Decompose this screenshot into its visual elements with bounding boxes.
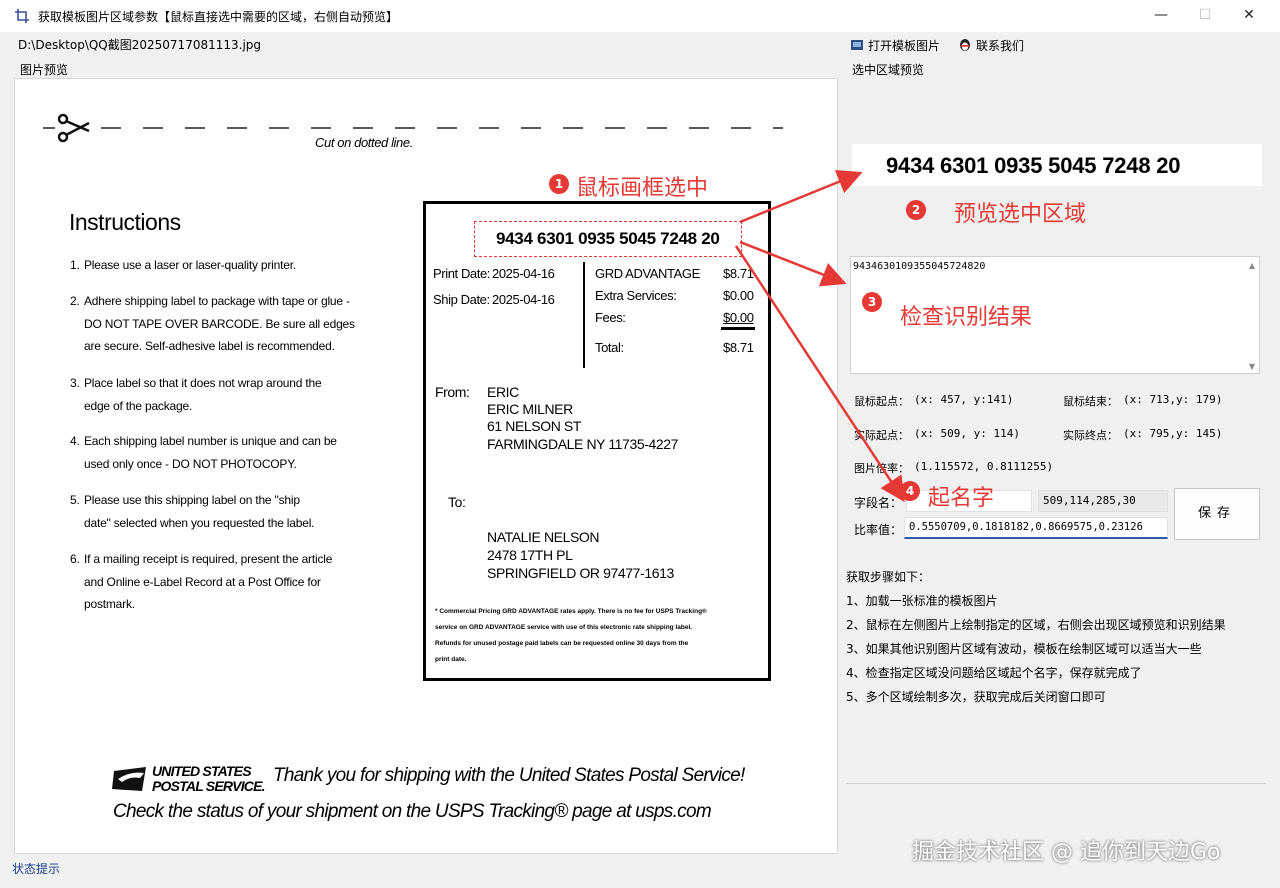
ocr-result-text: 9434630109355045724820 — [853, 261, 986, 272]
crop-preview-text: 9434 6301 0935 5045 7248 20 — [886, 153, 1181, 178]
contact-us-label: 联系我们 — [976, 39, 1025, 53]
to-line: NATALIE NELSON — [487, 529, 600, 545]
image-ratio-label: 图片倍率： — [854, 462, 909, 475]
annotation-badge: 4 — [900, 481, 920, 501]
total-label: Total: — [595, 340, 624, 355]
fine-print-line: * Commercial Pricing GRD ADVANTAGE rates… — [435, 608, 707, 615]
annotation-text: 起名字 — [928, 486, 995, 511]
field-coords-input[interactable]: 509,114,285,30 — [1038, 490, 1168, 512]
print-date: 2025-04-16 — [492, 266, 555, 281]
qq-penguin-icon — [960, 39, 970, 51]
image-preview-group-label: 图片预览 — [20, 63, 69, 77]
real-end-value: (x: 795,y: 145) — [1123, 427, 1223, 440]
scissors-icon — [57, 113, 90, 143]
steps-title: 获取步骤如下： — [846, 570, 931, 584]
step-item: 1、加载一张标准的模板图片 — [846, 594, 998, 608]
usps-check-status: Check the status of your shipment on the… — [113, 801, 712, 822]
usps-logo-line2: POSTAL SERVICE. — [152, 778, 266, 794]
open-template-label: 打开模板图片 — [868, 39, 941, 53]
step-item: 4、检查指定区域没问题给区域起个名字，保存就完成了 — [846, 666, 1142, 680]
usps-thanks: Thank you for shipping with the United S… — [273, 765, 745, 786]
usps-eagle-icon — [112, 767, 146, 791]
minimize-button[interactable]: — — [1138, 0, 1184, 32]
toolbar: 打开模板图片 联系我们 — [846, 34, 1280, 56]
fees-price: $0.00 — [723, 310, 754, 325]
tracking-number: 9434 6301 0935 5045 7248 20 — [496, 229, 720, 248]
from-line: 61 NELSON ST — [487, 418, 582, 434]
usps-logo-line1: UNITED STATES — [152, 763, 252, 779]
scroll-up-icon[interactable]: ▲ — [1249, 261, 1255, 270]
real-start-value: (x: 509, y: 114) — [914, 427, 1020, 440]
real-start-label: 实际起点： — [854, 429, 909, 442]
to-line: SPRINGFIELD OR 97477-1613 — [487, 565, 674, 581]
total-rule — [721, 327, 755, 330]
real-end-label: 实际终点： — [1063, 429, 1118, 442]
extra-services-price: $0.00 — [723, 288, 754, 303]
from-line: ERIC — [487, 384, 519, 400]
annotation-text: 检查识别结果 — [900, 305, 1033, 330]
rate-label: 比率值： — [854, 523, 903, 537]
open-template-button[interactable]: 打开模板图片 — [850, 37, 940, 55]
from-line: ERIC MILNER — [487, 401, 573, 417]
crop-preview-image: 9434 6301 0935 5045 7248 20 — [852, 144, 1262, 186]
steps-panel: 获取步骤如下： 1、加载一张标准的模板图片 2、鼠标在左侧图片上绘制指定的区域，… — [846, 566, 1266, 784]
file-path: D:\Desktop\QQ截图20250717081113.jpg — [10, 34, 846, 56]
annotation-badge: 2 — [906, 200, 926, 220]
extra-services-label: Extra Services: — [595, 288, 677, 303]
print-date-label: Print Date: — [433, 266, 491, 281]
ship-date-label: Ship Date: — [433, 292, 490, 307]
crop-icon — [15, 9, 29, 23]
scroll-down-icon[interactable]: ▼ — [1249, 362, 1255, 371]
mouse-start-label: 鼠标起点： — [854, 395, 909, 408]
save-button[interactable]: 保存 — [1174, 488, 1260, 540]
fine-print-line: service on GRD ADVANTAGE service with us… — [435, 624, 693, 631]
app-window: 获取模板图片区域参数【鼠标直接选中需要的区域，右侧自动预览】 — ☐ ✕ D:\… — [0, 0, 1280, 888]
from-line: FARMINGDALE NY 11735-4227 — [487, 436, 679, 452]
cut-line-text: Cut on dotted line. — [315, 135, 413, 150]
ship-date: 2025-04-16 — [492, 292, 555, 307]
image-ratio-value: (1.115572, 0.8111255) — [914, 460, 1054, 473]
annotation-badge: 3 — [862, 292, 882, 312]
folder-image-icon — [851, 40, 863, 50]
annotation-text: 预览选中区域 — [954, 202, 1087, 227]
image-preview-canvas[interactable]: Cut on dotted line. Instructions 1. Pleas… — [14, 78, 838, 854]
selection-preview-group-label: 选中区域预览 — [852, 63, 925, 77]
instructions-title: Instructions — [69, 209, 181, 235]
watermark: 掘金技术社区 @ 追你到天边Go — [912, 840, 1221, 865]
from-label: From: — [435, 384, 470, 400]
title-bar: 获取模板图片区域参数【鼠标直接选中需要的区域，右侧自动预览】 — ☐ ✕ — [0, 0, 1280, 32]
service-name: GRD ADVANTAGE — [595, 266, 700, 281]
contact-us-button[interactable]: 联系我们 — [958, 37, 1024, 55]
step-item: 5、多个区域绘制多次，获取完成后关闭窗口即可 — [846, 690, 1106, 704]
label-divider — [583, 262, 585, 368]
to-label: To: — [448, 494, 466, 510]
step-item: 2、鼠标在左侧图片上绘制指定的区域，右侧会出现区域预览和识别结果 — [846, 618, 1226, 632]
to-line: 2478 17TH PL — [487, 547, 573, 563]
fine-print-line: print date. — [435, 656, 467, 663]
maximize-button[interactable]: ☐ — [1182, 0, 1228, 32]
service-price: $8.71 — [723, 266, 754, 281]
close-button[interactable]: ✕ — [1226, 0, 1272, 32]
shipping-label: 9434 6301 0935 5045 7248 20 Print Date: … — [423, 201, 771, 681]
rate-value-input[interactable]: 0.5550709,0.1818182,0.8669575,0.23126 — [904, 517, 1168, 539]
mouse-end-value: (x: 713,y: 179) — [1123, 393, 1223, 406]
annotation-text: 鼠标画框选中 — [576, 176, 709, 201]
mouse-start-value: (x: 457, y:141) — [914, 393, 1014, 406]
mouse-end-label: 鼠标结束： — [1063, 395, 1118, 408]
step-item: 3、如果其他识别图片区域有波动，模板在绘制区域可以适当大一些 — [846, 642, 1202, 656]
fees-label: Fees: — [595, 310, 626, 325]
annotation-badge: 1 — [549, 174, 569, 194]
total-price: $8.71 — [723, 340, 754, 355]
window-title: 获取模板图片区域参数【鼠标直接选中需要的区域，右侧自动预览】 — [38, 10, 399, 24]
cut-line — [43, 113, 783, 143]
field-name-label: 字段名： — [854, 496, 903, 510]
fine-print-line: Refunds for unused postage paid labels c… — [435, 640, 689, 647]
